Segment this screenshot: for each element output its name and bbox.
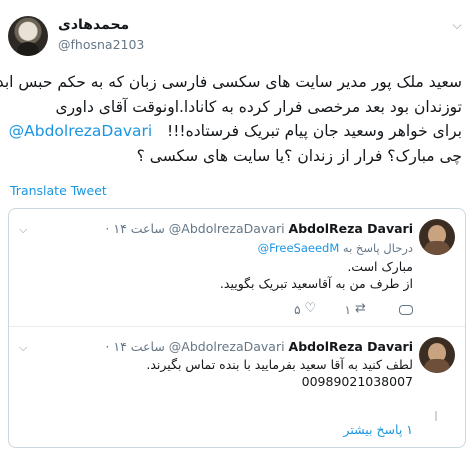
tweet-line: توزندان بود بعد مرخصی فرار کرده به کاناد… (55, 97, 462, 116)
replying-to: درحال پاسخ به @FreeSaeedM (258, 241, 413, 255)
replying-to-link[interactable]: @FreeSaeedM (258, 241, 340, 255)
reply-author-name[interactable]: AbdolReza Davari (289, 221, 413, 236)
reply-author-name[interactable]: AbdolReza Davari (289, 339, 413, 354)
like-count: ۵ (294, 303, 301, 317)
reply-body-line: لطف کنید به آقا سعید بفرمایید با بنده تم… (146, 357, 413, 372)
reply-handle[interactable]: @AbdolrezaDavari (169, 221, 285, 236)
phone-number: 00989021038007 (301, 373, 413, 389)
reply-tweet[interactable]: · ۱۴ ساعت @AbdolrezaDavari AbdolReza Dav… (9, 327, 465, 411)
reply-time: · ۱۴ ساعت (105, 221, 165, 236)
tweet-line: چی مبارک؟ فرار از زندان ؟یا سایت های سکس… (136, 146, 462, 165)
reply-body: لطف کنید به آقا سعید بفرمایید با بنده تم… (146, 357, 413, 390)
tweet-header: محمدهادی @fhosna2103 ⌵ (0, 0, 476, 62)
reply-handle[interactable]: @AbdolrezaDavari (169, 339, 285, 354)
reply-header: · ۱۴ ساعت @AbdolrezaDavari AbdolReza Dav… (105, 221, 413, 236)
reply-author-avatar[interactable] (419, 219, 455, 255)
translate-tweet-link[interactable]: Translate Tweet (10, 183, 107, 198)
thread-connector (435, 411, 437, 421)
chevron-down-icon[interactable]: ⌵ (19, 341, 27, 355)
heart-icon (305, 301, 319, 316)
reply-time: · ۱۴ ساعت (105, 339, 165, 354)
reply-header: · ۱۴ ساعت @AbdolrezaDavari AbdolReza Dav… (105, 339, 413, 354)
reply-icon (399, 304, 413, 316)
chevron-down-icon[interactable]: ⌵ (450, 19, 464, 31)
author-display-name[interactable]: محمدهادی (58, 17, 129, 33)
tweet-text: سعید ملک پور مدیر سایت های سکسی فارسی زب… (0, 70, 462, 168)
reply-body-line: مبارک است. (347, 259, 413, 274)
retweet-button[interactable]: ۱ (344, 301, 369, 317)
author-handle[interactable]: @fhosna2103 (58, 37, 144, 52)
replying-prefix: درحال پاسخ به (342, 241, 413, 255)
author-avatar[interactable] (8, 16, 48, 56)
reply-body: مبارک است. از طرف من به آقاسعید تبریک بگ… (220, 259, 413, 292)
reply-author-avatar[interactable] (419, 337, 455, 373)
embedded-thread-card[interactable]: · ۱۴ ساعت @AbdolrezaDavari AbdolReza Dav… (8, 208, 466, 448)
more-replies-link[interactable]: ۱ پاسخ بیشتر (343, 422, 413, 437)
reply-body-line: از طرف من به آقاسعید تبریک بگویید. (219, 275, 413, 291)
reply-actions: ۱ ۵ (268, 301, 413, 317)
reply-tweet[interactable]: · ۱۴ ساعت @AbdolrezaDavari AbdolReza Dav… (9, 209, 465, 327)
tweet-line: سعید ملک پور مدیر سایت های سکسی فارسی زب… (0, 73, 462, 91)
more-replies-row[interactable]: ۱ پاسخ بیشتر (9, 411, 465, 447)
tweet-line-with-mention: برای خواهر وسعید جان پیام تبریک فرستاده!… (9, 119, 462, 144)
like-button[interactable]: ۵ (294, 301, 319, 317)
chevron-down-icon[interactable]: ⌵ (19, 223, 27, 237)
retweet-icon (355, 301, 369, 316)
retweet-count: ۱ (344, 303, 351, 317)
mention-link[interactable]: @AbdolrezaDavari (9, 122, 153, 140)
reply-action-button[interactable] (395, 303, 413, 317)
tweet-line: برای خواهر وسعید جان پیام تبریک فرستاده!… (167, 122, 462, 140)
